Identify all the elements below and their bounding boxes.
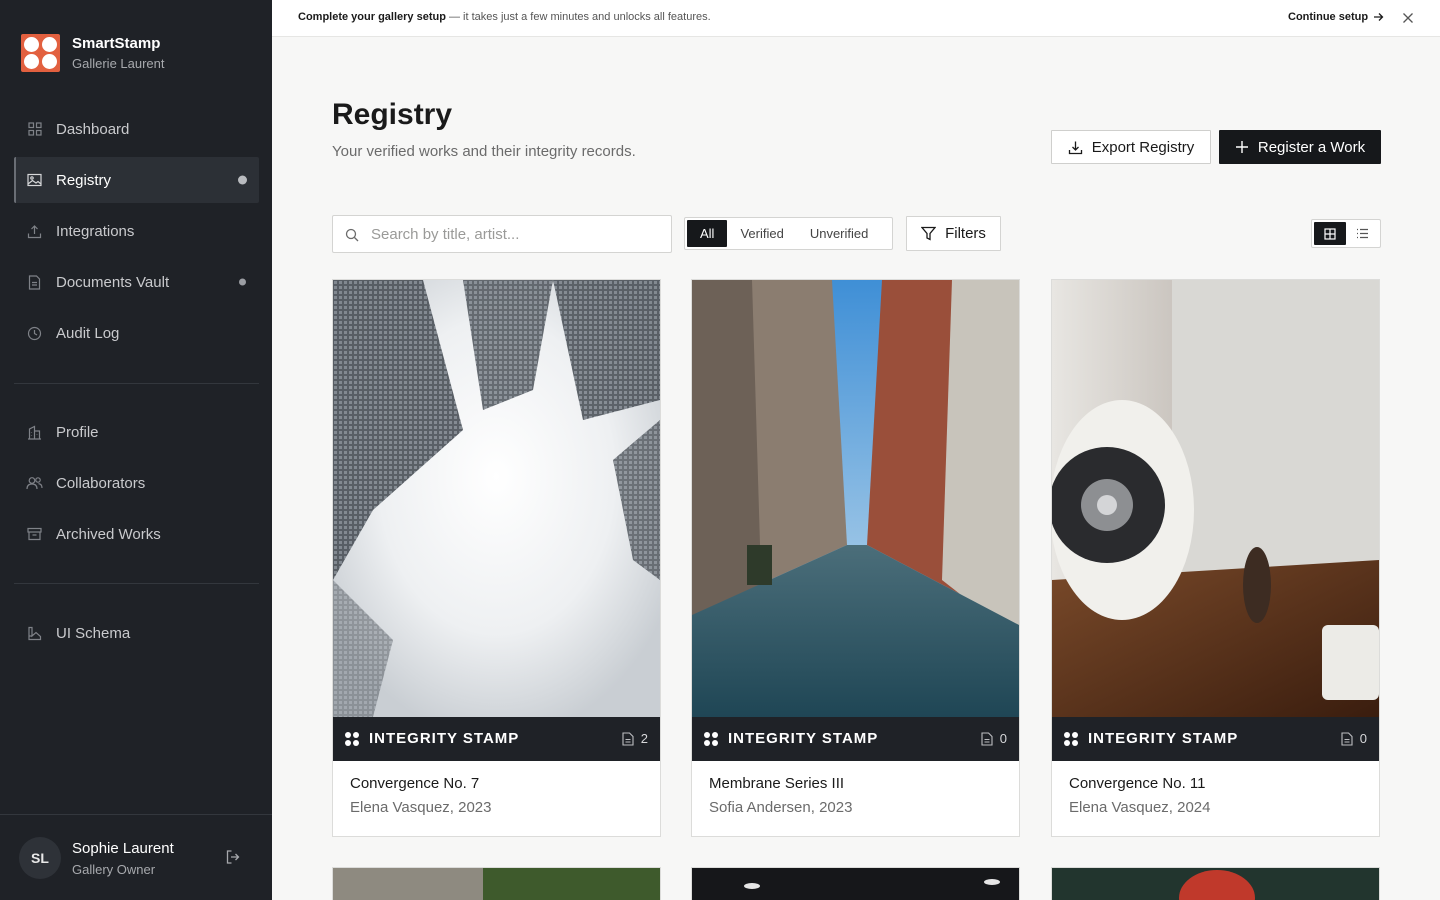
artwork-image <box>333 868 660 900</box>
filter-all-tab[interactable]: All <box>687 220 728 247</box>
artwork-card[interactable]: INTEGRITY STAMP 2 Convergence No. 7 Elen… <box>332 279 661 837</box>
artwork-meta: Elena Vasquez, 2023 <box>350 799 492 816</box>
page-subtitle: Your verified works and their integrity … <box>332 143 636 160</box>
status-filter: All Verified Unverified <box>684 217 893 250</box>
artwork-image <box>1052 868 1379 900</box>
close-icon[interactable] <box>1402 12 1414 24</box>
banner-message: Complete your gallery setup — it takes j… <box>298 11 711 23</box>
notification-dot <box>239 278 246 286</box>
brand[interactable]: SmartStamp Gallerie Laurent <box>21 34 165 72</box>
artwork-image <box>333 280 660 717</box>
sidebar-item-dashboard[interactable]: Dashboard <box>14 106 259 152</box>
download-icon <box>1068 141 1082 154</box>
artwork-title: Convergence No. 11 <box>1069 775 1206 792</box>
avatar[interactable]: SL <box>19 837 61 879</box>
user-panel: SL Sophie Laurent Gallery Owner <box>0 814 272 900</box>
stamp-label: INTEGRITY STAMP <box>369 730 520 747</box>
export-registry-button[interactable]: Export Registry <box>1051 130 1211 164</box>
sidebar-item-label: Integrations <box>56 222 135 240</box>
sidebar-item-audit-log[interactable]: Audit Log <box>14 310 259 356</box>
artwork-title: Membrane Series III <box>709 775 845 792</box>
artwork-card[interactable]: INTEGRITY STAMP 0 Membrane Series III So… <box>691 279 1020 837</box>
search-box <box>332 215 672 253</box>
document-count: 0 <box>1359 731 1367 746</box>
archive-icon <box>26 526 43 543</box>
artwork-meta: Elena Vasquez, 2024 <box>1069 799 1211 816</box>
sidebar-item-label: Audit Log <box>56 324 120 342</box>
artwork-card[interactable] <box>691 867 1020 900</box>
artwork-card[interactable] <box>332 867 661 900</box>
view-toggle <box>1311 219 1381 248</box>
filter-verified-tab[interactable]: Verified <box>727 220 796 247</box>
list-view-icon[interactable] <box>1346 222 1378 245</box>
integrity-stamp-bar: INTEGRITY STAMP 0 <box>1052 717 1379 761</box>
sidebar-item-label: Profile <box>56 423 99 441</box>
stamp-icon <box>345 732 359 746</box>
user-role: Gallery Owner <box>72 862 156 877</box>
brand-logo-icon <box>21 34 60 72</box>
filter-unverified-tab[interactable]: Unverified <box>797 220 882 247</box>
sidebar-item-label: Collaborators <box>56 474 146 492</box>
search-input[interactable] <box>371 216 661 252</box>
document-count: 0 <box>999 731 1007 746</box>
sidebar-item-label: Documents Vault <box>56 273 170 291</box>
sidebar-item-profile[interactable]: Profile <box>14 409 259 455</box>
document-count: 2 <box>640 731 648 746</box>
sidebar-item-integrations[interactable]: Integrations <box>14 208 259 254</box>
arrow-right-icon <box>1374 13 1384 21</box>
document-icon <box>1341 732 1353 746</box>
search-icon <box>345 228 359 242</box>
sidebar-divider <box>14 383 259 384</box>
image-icon <box>26 172 43 189</box>
grid-view-icon[interactable] <box>1314 222 1346 245</box>
sidebar: SmartStamp Gallerie Laurent Dashboard Re… <box>0 0 272 900</box>
integrity-stamp-bar: INTEGRITY STAMP 2 <box>333 717 660 761</box>
sidebar-item-label: Archived Works <box>56 525 161 543</box>
funnel-icon <box>921 226 937 241</box>
sidebar-item-collaborators[interactable]: Collaborators <box>14 460 259 506</box>
artwork-card[interactable]: INTEGRITY STAMP 0 Convergence No. 11 Ele… <box>1051 279 1380 837</box>
register-work-button[interactable]: Register a Work <box>1219 130 1381 164</box>
sidebar-item-archived-works[interactable]: Archived Works <box>14 511 259 557</box>
stamp-icon <box>704 732 718 746</box>
artwork-meta: Sofia Andersen, 2023 <box>709 799 853 816</box>
clock-icon <box>26 325 43 342</box>
artwork-card[interactable] <box>1051 867 1380 900</box>
stamp-icon <box>1064 732 1078 746</box>
document-icon <box>26 274 43 291</box>
setup-banner: Complete your gallery setup — it takes j… <box>272 0 1440 37</box>
artwork-image <box>1052 280 1379 717</box>
active-indicator-dot <box>238 175 247 185</box>
artwork-image <box>692 280 1019 717</box>
document-icon <box>981 732 993 746</box>
sidebar-item-documents-vault[interactable]: Documents Vault <box>14 259 259 305</box>
sidebar-item-label: Registry <box>56 171 112 189</box>
building-icon <box>26 424 43 441</box>
page-title: Registry <box>332 98 453 131</box>
artwork-image <box>692 868 1019 900</box>
artwork-title: Convergence No. 7 <box>350 775 480 792</box>
brand-name: SmartStamp <box>72 35 161 52</box>
sidebar-item-label: Dashboard <box>56 120 130 138</box>
filters-button[interactable]: Filters <box>906 216 1001 251</box>
grid-icon <box>26 121 43 138</box>
stamp-label: INTEGRITY STAMP <box>728 730 879 747</box>
users-icon <box>26 475 43 492</box>
schema-icon <box>26 625 43 642</box>
sidebar-item-registry[interactable]: Registry <box>14 157 259 203</box>
plus-icon <box>1235 141 1248 153</box>
user-name: Sophie Laurent <box>72 840 174 857</box>
document-icon <box>622 732 634 746</box>
brand-subtitle: Gallerie Laurent <box>72 56 165 71</box>
sidebar-item-label: UI Schema <box>56 624 131 642</box>
logout-icon[interactable] <box>225 849 243 867</box>
sidebar-item-ui-schema[interactable]: UI Schema <box>14 610 259 656</box>
stamp-label: INTEGRITY STAMP <box>1088 730 1239 747</box>
integrity-stamp-bar: INTEGRITY STAMP 0 <box>692 717 1019 761</box>
continue-setup-link[interactable]: Continue setup <box>1288 11 1384 23</box>
sidebar-divider <box>14 583 259 584</box>
upload-icon <box>26 223 43 240</box>
